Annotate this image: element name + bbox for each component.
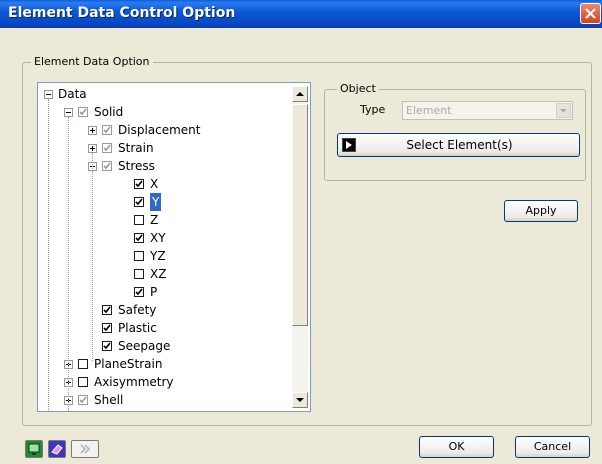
- tree-checkbox[interactable]: [134, 179, 144, 189]
- tree-item[interactable]: Stress: [38, 157, 293, 175]
- collapse-icon[interactable]: [44, 90, 53, 99]
- tree-item-label: YZ: [150, 249, 166, 263]
- tree-item[interactable]: X: [38, 175, 293, 193]
- tree-item-label: Data: [58, 87, 87, 101]
- tree-item-label: PlaneStrain: [94, 357, 163, 371]
- tree-checkbox[interactable]: [78, 377, 88, 387]
- window-title: Element Data Control Option: [8, 5, 236, 21]
- dialog-window: Element Data Control Option Element Data…: [0, 0, 602, 464]
- close-icon: [585, 8, 596, 19]
- check-icon: [103, 126, 111, 134]
- tree-item-label: XZ: [150, 267, 167, 281]
- eraser-icon[interactable]: [48, 440, 66, 458]
- tree-connector: [68, 117, 69, 411]
- monitor-icon[interactable]: [25, 440, 43, 458]
- tree-checkbox[interactable]: [102, 143, 112, 153]
- tree-item[interactable]: Axisymmetry: [38, 373, 293, 391]
- check-icon: [103, 342, 111, 350]
- expand-icon[interactable]: [88, 126, 97, 135]
- type-select-value: Element: [406, 104, 452, 117]
- tree-item-label: Displacement: [118, 123, 201, 137]
- check-icon: [79, 108, 87, 116]
- tree-item-label: Safety: [118, 303, 157, 317]
- type-select[interactable]: Element: [402, 101, 573, 120]
- tree-item[interactable]: Plastic: [38, 319, 293, 337]
- select-elements-button[interactable]: Select Element(s): [337, 133, 580, 157]
- tree-item[interactable]: Safety: [38, 301, 293, 319]
- tree-checkbox[interactable]: [102, 341, 112, 351]
- tree-item-label: Axisymmetry: [94, 375, 174, 389]
- tree-item[interactable]: Data: [38, 85, 293, 103]
- tree-item[interactable]: XY: [38, 229, 293, 247]
- check-icon: [135, 180, 143, 188]
- tree-item[interactable]: Solid: [38, 103, 293, 121]
- tree-item-label: Solid: [94, 105, 124, 119]
- tree-item[interactable]: XZ: [38, 265, 293, 283]
- tree-item-label: P: [150, 285, 158, 299]
- collapse-icon[interactable]: [64, 108, 73, 117]
- check-icon: [135, 288, 143, 296]
- tree-item[interactable]: P: [38, 283, 293, 301]
- select-elements-label: Select Element(s): [406, 138, 513, 152]
- tree-item-label: Y: [150, 193, 162, 211]
- group-label: Element Data Option: [31, 55, 153, 68]
- chevron-down-icon: [560, 109, 567, 113]
- scroll-thumb[interactable]: [292, 104, 308, 326]
- tree-item-label: Strain: [118, 141, 154, 155]
- dropdown-button[interactable]: [556, 103, 571, 118]
- tree-item-label: X: [150, 177, 159, 191]
- tree-item-label: Shell: [94, 393, 124, 407]
- tree-checkbox[interactable]: [78, 107, 88, 117]
- tree-item[interactable]: YZ: [38, 247, 293, 265]
- tree-checkbox[interactable]: [134, 251, 144, 261]
- tree-checkbox[interactable]: [134, 287, 144, 297]
- tree-checkbox[interactable]: [102, 305, 112, 315]
- tree-item[interactable]: Z: [38, 211, 293, 229]
- tree-item[interactable]: Y: [38, 193, 293, 211]
- tree-checkbox[interactable]: [78, 359, 88, 369]
- tree-checkbox[interactable]: [134, 215, 144, 225]
- tree-checkbox[interactable]: [78, 395, 88, 405]
- tree-connector: [48, 99, 49, 411]
- tree-checkbox[interactable]: [102, 161, 112, 171]
- tree-checkbox[interactable]: [102, 323, 112, 333]
- double-chevron-right-icon[interactable]: [71, 440, 99, 458]
- tree-checkbox[interactable]: [102, 125, 112, 135]
- arrow-down-icon: [296, 398, 304, 402]
- tree-item-label: Z: [150, 213, 159, 227]
- tree-connector: [92, 171, 93, 361]
- scroll-up-button[interactable]: [292, 86, 308, 102]
- data-tree[interactable]: Data Solid Displacement Strain Stress X Y Z XY YZ…: [37, 82, 311, 412]
- tree-scrollbar[interactable]: [292, 86, 308, 408]
- check-icon: [135, 234, 143, 242]
- expand-icon[interactable]: [88, 144, 97, 153]
- tree-checkbox[interactable]: [134, 269, 144, 279]
- check-icon: [103, 162, 111, 170]
- ok-button[interactable]: OK: [419, 436, 494, 458]
- tree-checkbox[interactable]: [134, 233, 144, 243]
- apply-button[interactable]: Apply: [504, 200, 578, 222]
- tree-item[interactable]: PlaneStrain: [38, 355, 293, 373]
- check-icon: [103, 324, 111, 332]
- arrow-up-icon: [296, 92, 304, 96]
- close-button[interactable]: [580, 3, 601, 24]
- tree-item[interactable]: Seepage: [38, 337, 293, 355]
- tree-item[interactable]: Shell: [38, 391, 293, 409]
- tree-item[interactable]: Strain: [38, 139, 293, 157]
- type-label: Type: [360, 103, 386, 116]
- title-bar[interactable]: Element Data Control Option: [0, 0, 602, 28]
- tree-item-label: XY: [150, 231, 166, 245]
- check-icon: [79, 396, 87, 404]
- tree-item[interactable]: Displacement: [38, 121, 293, 139]
- tree-item-label: Seepage: [118, 339, 171, 353]
- tree-checkbox[interactable]: [134, 197, 144, 207]
- object-group-label: Object: [337, 82, 379, 95]
- tree-item-label: Stress: [118, 159, 155, 173]
- check-icon: [103, 306, 111, 314]
- scroll-down-button[interactable]: [292, 392, 308, 408]
- tree-item-label: Plastic: [118, 321, 157, 335]
- check-icon: [103, 144, 111, 152]
- check-icon: [135, 198, 143, 206]
- cancel-button[interactable]: Cancel: [515, 436, 590, 458]
